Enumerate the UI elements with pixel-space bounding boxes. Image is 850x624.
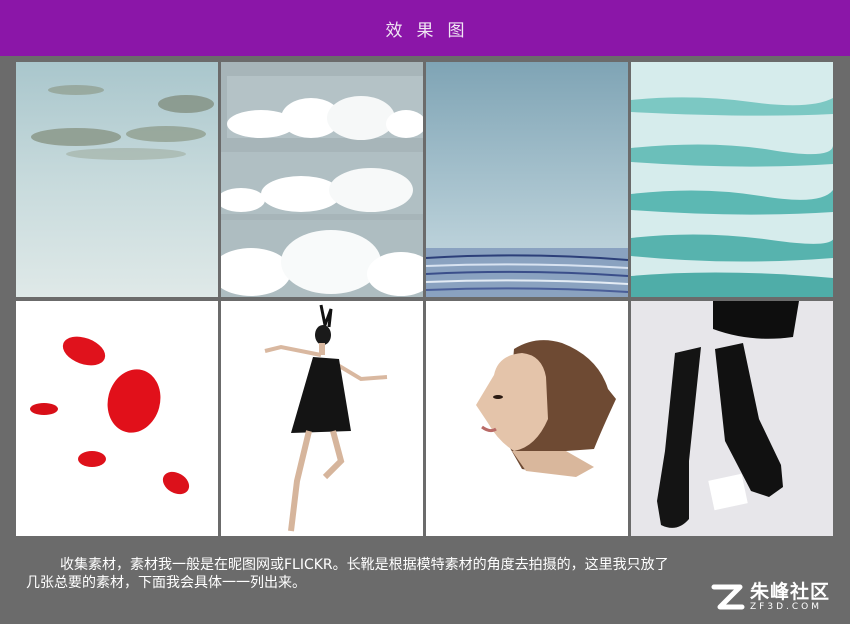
caption-text: 收集素材，素材我一般是在昵图网或FLICKR。长靴是根据模特素材的角度去拍摄的，… xyxy=(26,556,826,592)
sky-cloudy-image xyxy=(16,62,218,297)
dancer-black-dress-image xyxy=(221,301,423,536)
sky-water-ripple-image xyxy=(426,62,628,297)
woman-portrait-image xyxy=(426,301,628,536)
caption-line-1: 收集素材，素材我一般是在昵图网或FLICKR。长靴是根据模特素材的角度去拍摄的，… xyxy=(60,557,669,573)
logo-z-icon xyxy=(711,584,745,610)
caption-line-2: 几张总要的素材，下面我会具体一一列出来。 xyxy=(26,575,306,591)
teal-waves-image xyxy=(631,62,833,297)
image-grid xyxy=(16,62,834,537)
page-title: 效果图 xyxy=(385,20,479,41)
logo-text-en: ZF3D.COM xyxy=(750,601,822,612)
black-boots-image xyxy=(631,301,833,536)
cloud-strips-image xyxy=(221,62,423,297)
site-logo: 朱峰社区 ZF3D.COM xyxy=(710,580,836,614)
logo-text-cn: 朱峰社区 xyxy=(750,580,831,603)
header-bar: 效果图 xyxy=(0,0,850,56)
red-petals-image xyxy=(16,301,218,536)
